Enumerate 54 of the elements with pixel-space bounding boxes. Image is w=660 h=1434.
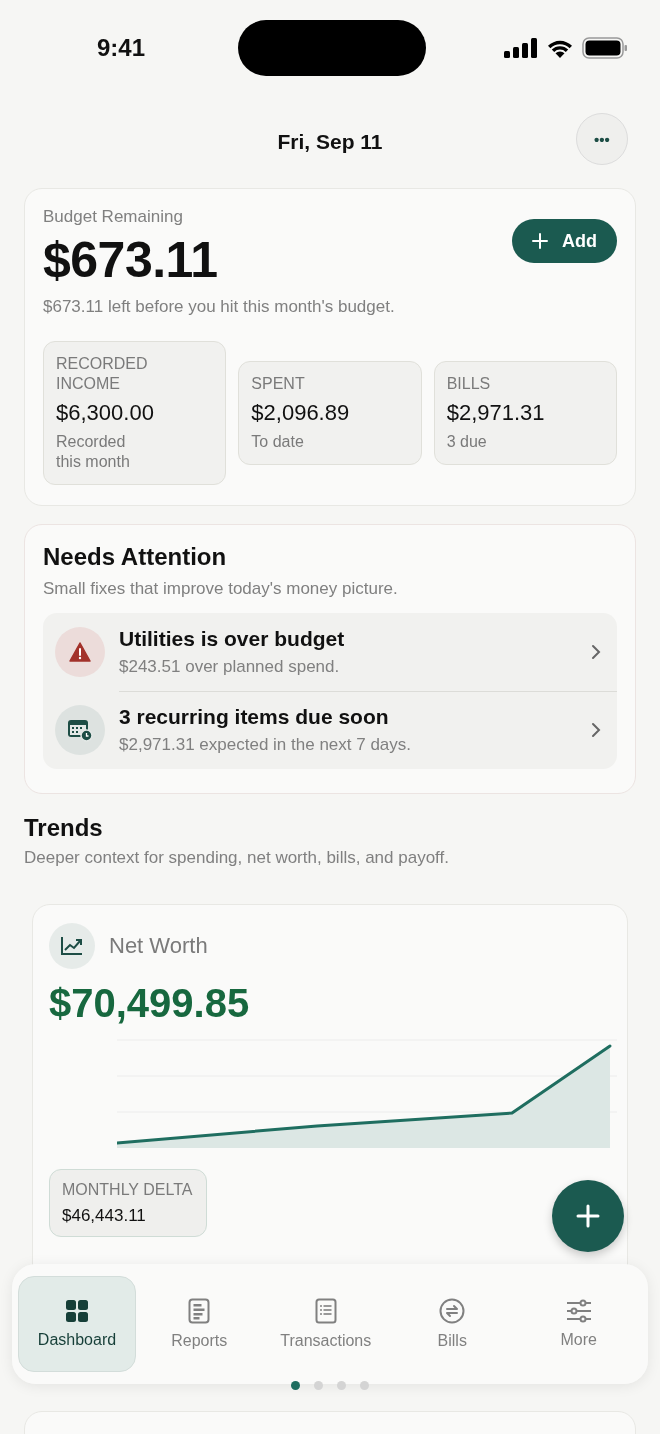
page-dot[interactable] [291,1381,300,1390]
plus-icon [532,233,548,249]
delta-value: $46,443.11 [62,1206,147,1226]
tab[interactable]: Reports [136,1276,263,1372]
section-subtitle: Deeper context for spending, net worth, bills, and payoff. [24,848,450,868]
repeat-icon [439,1298,466,1324]
budget-amount: $673.11 [43,231,218,289]
calendar-clock-icon [67,718,93,742]
section-title: Needs Attention [43,543,228,571]
section-subtitle: Small fixes that improve today's money picture. [43,579,399,599]
stat-caption: To date [251,432,305,452]
alert-title: Utilities is over budget [119,627,346,651]
chevron-right-icon [591,644,601,660]
warning-icon [69,642,91,662]
net-worth-title: Net Worth [109,933,208,959]
page-dot[interactable] [314,1381,323,1390]
chevron-right-icon [591,722,601,738]
plus-icon [575,1203,601,1229]
stat-label: RECORDED INCOME [56,354,149,394]
budget-label: Budget Remaining [43,207,184,227]
tab[interactable]: Bills [389,1276,516,1372]
stat-caption: 3 due [446,432,488,452]
battery-icon [582,37,628,59]
section-title: Trends [24,814,104,842]
stat-caption: Recorded this month [56,432,131,472]
alert-detail: $243.51 over planned spend. [119,657,341,677]
alert-row[interactable]: Utilities is over budget $243.51 over planned spend. [43,613,617,691]
alert-title: 3 recurring items due soon [119,705,390,729]
page-dot[interactable] [360,1381,369,1390]
stat-label: BILLS [446,374,492,394]
date-title: Fri, Sep 11 [277,130,383,154]
signal-icon [504,38,538,58]
list-icon [314,1298,337,1324]
stat-value: $2,096.89 [251,400,351,426]
report-icon [188,1298,211,1324]
line-chart-icon [60,936,84,956]
budget-note: $673.11 left before you hit this month's budget. [43,297,396,317]
tab[interactable]: Transactions [262,1276,389,1372]
page-dot[interactable] [337,1381,346,1390]
stat-label: SPENT [251,374,306,394]
status-time: 9:41 [97,34,147,62]
stat-value: $2,971.31 [446,400,546,426]
tab[interactable]: More [515,1276,642,1372]
sliders-icon [565,1299,592,1323]
add-button[interactable]: Add [512,219,617,263]
more-button[interactable]: ••• [576,113,628,165]
net-worth-amount: $70,499.85 [49,981,251,1026]
grid-icon [65,1299,89,1323]
delta-label: MONTHLY DELTA [62,1180,193,1200]
wifi-icon [546,38,574,58]
alert-row[interactable]: 3 recurring items due soon $2,971.31 expected in the next 7 days. [43,691,617,769]
alert-detail: $2,971.31 expected in the next 7 days. [119,735,413,755]
stat-value: $6,300.00 [56,400,155,426]
tab[interactable]: Dashboard [18,1276,136,1372]
